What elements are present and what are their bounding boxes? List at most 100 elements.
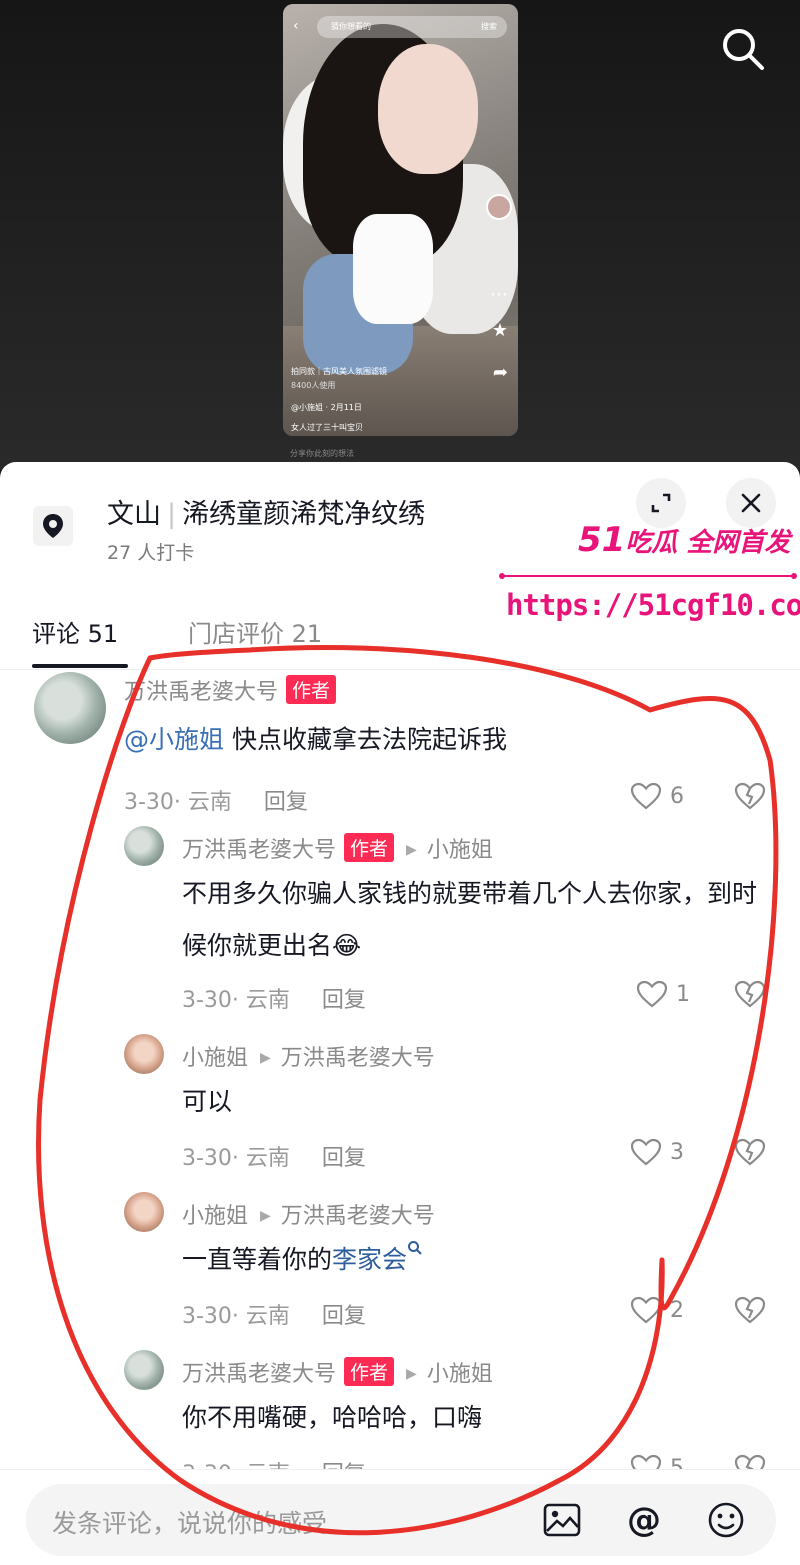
reply-button[interactable]: 回复 [322, 1146, 366, 1171]
place-checkins: 27 人打卡 [107, 542, 195, 564]
image-button[interactable] [542, 1500, 582, 1540]
video-comment-icon[interactable]: ⋯ [490, 284, 508, 305]
reply-arrow-icon: ▶ [406, 842, 417, 858]
broken-heart-icon[interactable] [734, 782, 766, 810]
comment-username[interactable]: 万洪禹老婆大号 作者 ▶ 小施姐 [182, 1356, 493, 1388]
like-button[interactable]: 1 [636, 980, 690, 1008]
close-icon [741, 493, 761, 513]
like-count: 6 [670, 783, 684, 809]
reply-button[interactable]: 回复 [322, 988, 366, 1013]
comment-body: 可以 [182, 1087, 233, 1116]
reply-to-user[interactable]: 小施姐 [427, 1362, 493, 1387]
tab-bar: 评论 51 门店评价 21 [0, 610, 800, 670]
heart-icon [630, 1138, 662, 1166]
comment-text[interactable]: 可以 [182, 1076, 782, 1128]
heart-icon [630, 1296, 662, 1324]
comment-input[interactable]: 发条评论，说说你的感受 @ [26, 1484, 776, 1556]
author-badge: 作者 [286, 675, 337, 704]
emoji-icon [708, 1502, 744, 1538]
comment-username-text: 万洪禹老婆大号 [182, 838, 337, 863]
reply-arrow-icon: ▶ [406, 1366, 417, 1382]
location-pin-icon [33, 506, 73, 546]
laugh-cry-emoji: 😂 [332, 931, 362, 960]
avatar[interactable] [34, 672, 106, 744]
video-input-hint: 分享你此刻的想法 [290, 449, 354, 458]
video-share-icon[interactable]: ➦ [493, 362, 508, 383]
watermark-title: 51吃瓜 全网首发 [578, 520, 790, 560]
comment-mention[interactable]: @小施姐 [124, 725, 224, 754]
comment-input-placeholder: 发条评论，说说你的感受 [52, 1509, 328, 1538]
at-icon: @ [627, 1500, 661, 1540]
video-back-icon[interactable]: ‹ [293, 18, 299, 34]
heart-icon [636, 980, 668, 1008]
comment-username-text: 小施姐 [182, 1204, 249, 1229]
like-button[interactable]: 6 [630, 782, 684, 810]
video-figure-top [353, 214, 433, 324]
tab-store-reviews[interactable]: 门店评价 21 [188, 614, 322, 649]
comment-text[interactable]: 不用多久你骗人家钱的就要带着几个人去你家，到时候你就更出名😂 [182, 868, 762, 972]
watermark-line [499, 573, 797, 579]
broken-heart-icon[interactable] [734, 980, 766, 1008]
comment-username[interactable]: 万洪禹老婆大号 作者 [124, 674, 337, 706]
video-player[interactable]: ‹ 猜你想看的 搜索 ⋯ ★ ➦ 拍同款｜古风美人氛围滤镜 8400人使用 @小… [283, 4, 518, 436]
video-caption: 女人过了三十叫宝贝 [291, 423, 363, 432]
comment-date-location: 3-30· 云南 [124, 790, 232, 815]
avatar[interactable] [124, 1034, 164, 1074]
video-music-line[interactable]: 拍同款｜古风美人氛围滤镜 [291, 366, 387, 377]
emoji-button[interactable] [706, 1500, 746, 1540]
reply-to-user[interactable]: 万洪禹老婆大号 [281, 1046, 435, 1071]
like-count: 1 [676, 981, 690, 1007]
reply-to-user[interactable]: 万洪禹老婆大号 [281, 1204, 435, 1229]
mention-button[interactable]: @ [624, 1500, 664, 1540]
avatar[interactable] [124, 826, 164, 866]
place-name: 浠绣童颜浠梵净纹绣 [182, 499, 426, 530]
comment-meta: 3-30· 云南 回复 [182, 1140, 366, 1172]
reply-to-user[interactable]: 小施姐 [427, 838, 493, 863]
video-music-count: 8400人使用 [291, 381, 336, 390]
comment-date-location: 3-30· 云南 [182, 1304, 290, 1329]
comment-meta: 3-30· 云南 回复 [182, 982, 366, 1014]
reply-arrow-icon: ▶ [260, 1050, 271, 1066]
reply-button[interactable]: 回复 [322, 1304, 366, 1329]
avatar[interactable] [124, 1350, 164, 1390]
video-search-go[interactable]: 搜索 [481, 16, 497, 38]
author-badge: 作者 [344, 833, 395, 862]
avatar[interactable] [124, 1192, 164, 1232]
video-favorite-icon[interactable]: ★ [492, 320, 508, 341]
broken-heart-icon[interactable] [734, 1138, 766, 1166]
search-icon[interactable] [720, 26, 766, 72]
search-link[interactable]: 李家会 [332, 1245, 407, 1274]
search-link-icon[interactable] [407, 1240, 423, 1256]
comment-username[interactable]: 小施姐 ▶ 万洪禹老婆大号 [182, 1198, 435, 1230]
comment-date-location: 3-30· 云南 [182, 988, 290, 1013]
like-button[interactable]: 3 [630, 1138, 684, 1166]
comment-date-location: 3-30· 云南 [182, 1146, 290, 1171]
reply-arrow-icon: ▶ [260, 1208, 271, 1224]
tab-comments[interactable]: 评论 51 [32, 614, 118, 649]
heart-icon [630, 782, 662, 810]
video-author-line[interactable]: @小施姐 · 2月11日 [291, 402, 362, 413]
comment-text[interactable]: 你不用嘴硬，哈哈哈，口嗨 [182, 1392, 782, 1444]
like-button[interactable]: 2 [630, 1296, 684, 1324]
place-city: 文山 [107, 499, 161, 530]
comment-text[interactable]: @小施姐 快点收藏拿去法院起诉我 [124, 714, 724, 766]
comment-username[interactable]: 万洪禹老婆大号 作者 ▶ 小施姐 [182, 832, 493, 864]
comment-username[interactable]: 小施姐 ▶ 万洪禹老婆大号 [182, 1040, 435, 1072]
place-divider: | [167, 499, 177, 530]
broken-heart-icon[interactable] [734, 1296, 766, 1324]
video-search-hint: 猜你想看的 [331, 22, 371, 31]
expand-icon [651, 493, 671, 513]
comment-username-text: 万洪禹老婆大号 [182, 1362, 337, 1387]
comment-body: 不用多久你骗人家钱的就要带着几个人去你家，到时候你就更出名 [182, 879, 758, 960]
like-count: 2 [670, 1297, 684, 1323]
video-author-avatar[interactable] [486, 194, 512, 220]
tab-underline [32, 664, 128, 668]
place-title[interactable]: 文山 | 浠绣童颜浠梵净纹绣 [107, 492, 425, 531]
video-background: ‹ 猜你想看的 搜索 ⋯ ★ ➦ 拍同款｜古风美人氛围滤镜 8400人使用 @小… [0, 0, 800, 470]
video-search-bar[interactable]: 猜你想看的 搜索 [317, 16, 507, 38]
comment-body: 你不用嘴硬，哈哈哈，口嗨 [182, 1403, 483, 1432]
reply-button[interactable]: 回复 [264, 790, 308, 815]
comment-input-bar: 发条评论，说说你的感受 @ [0, 1469, 800, 1565]
comment-username-text: 小施姐 [182, 1046, 249, 1071]
comment-text[interactable]: 一直等着你的李家会 [182, 1234, 782, 1286]
